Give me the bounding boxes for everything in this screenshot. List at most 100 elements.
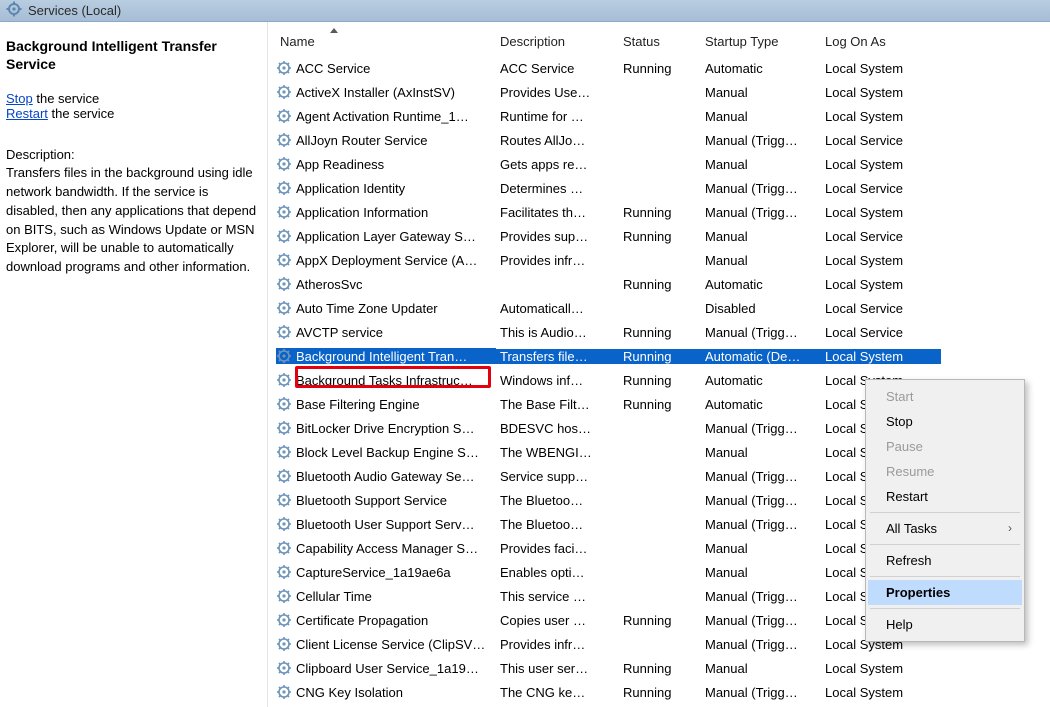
gear-icon <box>276 420 292 436</box>
ctx-restart[interactable]: Restart <box>868 484 1022 509</box>
gear-icon <box>276 492 292 508</box>
cell-name: ActiveX Installer (AxInstSV) <box>276 84 496 100</box>
col-startup[interactable]: Startup Type <box>701 26 821 53</box>
cell-description: Provides faci… <box>496 541 619 556</box>
cell-startup: Manual <box>701 565 821 580</box>
service-name-text: Capability Access Manager S… <box>296 541 478 556</box>
cell-name: App Readiness <box>276 156 496 172</box>
stop-service-link[interactable]: Stop <box>6 91 33 106</box>
service-row[interactable]: CNG Key IsolationThe CNG ke…RunningManua… <box>276 680 1050 704</box>
gear-icon <box>276 588 292 604</box>
cell-name: CNG Key Isolation <box>276 684 496 700</box>
service-name-text: App Readiness <box>296 157 384 172</box>
gear-icon <box>276 540 292 556</box>
cell-startup: Automatic <box>701 397 821 412</box>
ctx-refresh[interactable]: Refresh <box>868 548 1022 573</box>
service-row[interactable]: Clipboard User Service_1a19…This user se… <box>276 656 1050 680</box>
column-headers: Name Description Status Startup Type Log… <box>268 22 1050 56</box>
gear-icon <box>276 684 292 700</box>
ctx-resume[interactable]: Resume <box>868 459 1022 484</box>
cell-name: Auto Time Zone Updater <box>276 300 496 316</box>
gear-icon <box>276 660 292 676</box>
ctx-help[interactable]: Help <box>868 612 1022 637</box>
cell-logon: Local System <box>821 661 941 676</box>
service-row[interactable]: Application IdentityDetermines …Manual (… <box>276 176 1050 200</box>
cell-logon: Local System <box>821 157 941 172</box>
ctx-start[interactable]: Start <box>868 384 1022 409</box>
ctx-pause[interactable]: Pause <box>868 434 1022 459</box>
service-name-text: Background Tasks Infrastruc… <box>296 373 473 388</box>
service-name-text: ACC Service <box>296 61 370 76</box>
cell-startup: Disabled <box>701 301 821 316</box>
cell-startup: Manual <box>701 85 821 100</box>
ctx-separator <box>870 544 1020 545</box>
cell-name: Certificate Propagation <box>276 612 496 628</box>
cell-startup: Manual (Trigg… <box>701 589 821 604</box>
cell-name: AllJoyn Router Service <box>276 132 496 148</box>
service-name-text: Block Level Backup Engine S… <box>296 445 479 460</box>
service-name-text: Bluetooth Support Service <box>296 493 447 508</box>
ctx-all-tasks[interactable]: All Tasks <box>868 516 1022 541</box>
service-name-text: Clipboard User Service_1a19… <box>296 661 479 676</box>
service-name-text: AtherosSvc <box>296 277 362 292</box>
gear-icon <box>276 444 292 460</box>
service-row[interactable]: Agent Activation Runtime_1…Runtime for …… <box>276 104 1050 128</box>
service-name-text: AllJoyn Router Service <box>296 133 428 148</box>
cell-startup: Automatic <box>701 61 821 76</box>
service-row[interactable]: ACC ServiceACC ServiceRunningAutomaticLo… <box>276 56 1050 80</box>
cell-description: Determines … <box>496 181 619 196</box>
cell-status: Running <box>619 277 701 292</box>
col-status[interactable]: Status <box>619 26 701 53</box>
service-row[interactable]: AtherosSvc RunningAutomaticLocal System <box>276 272 1050 296</box>
titlebar-label: Services (Local) <box>28 3 121 18</box>
col-logon[interactable]: Log On As <box>821 26 941 53</box>
cell-startup: Manual <box>701 229 821 244</box>
service-name-text: Bluetooth User Support Serv… <box>296 517 474 532</box>
gear-icon <box>276 132 292 148</box>
cell-logon: Local System <box>821 61 941 76</box>
gear-icon <box>276 204 292 220</box>
gear-icon <box>276 372 292 388</box>
service-name-text: ActiveX Installer (AxInstSV) <box>296 85 455 100</box>
service-row[interactable]: Application InformationFacilitates th…Ru… <box>276 200 1050 224</box>
details-pane: Background Intelligent Transfer Service … <box>0 22 268 707</box>
gear-icon <box>276 228 292 244</box>
cell-logon: Local Service <box>821 229 941 244</box>
ctx-stop[interactable]: Stop <box>868 409 1022 434</box>
service-row[interactable]: AVCTP serviceThis is Audio…RunningManual… <box>276 320 1050 344</box>
gear-icon <box>276 108 292 124</box>
cell-description: Provides infr… <box>496 253 619 268</box>
gear-icon <box>276 180 292 196</box>
cell-logon: Local System <box>821 277 941 292</box>
service-row[interactable]: Background Intelligent Tran…Transfers fi… <box>276 344 1050 368</box>
col-description[interactable]: Description <box>496 26 619 53</box>
service-name-text: Application Identity <box>296 181 405 196</box>
cell-status: Running <box>619 349 701 364</box>
gear-icon <box>276 84 292 100</box>
cell-name: Bluetooth User Support Serv… <box>276 516 496 532</box>
cell-description: The Base Filt… <box>496 397 619 412</box>
restart-service-link[interactable]: Restart <box>6 106 48 121</box>
cell-name: Clipboard User Service_1a19… <box>276 660 496 676</box>
service-row[interactable]: AllJoyn Router ServiceRoutes AllJo…Manua… <box>276 128 1050 152</box>
service-name-text: Bluetooth Audio Gateway Se… <box>296 469 475 484</box>
cell-name: Bluetooth Support Service <box>276 492 496 508</box>
gear-icon <box>276 60 292 76</box>
service-row[interactable]: Auto Time Zone UpdaterAutomaticall…Disab… <box>276 296 1050 320</box>
col-name[interactable]: Name <box>276 26 496 53</box>
ctx-properties[interactable]: Properties <box>868 580 1022 605</box>
cell-startup: Manual <box>701 661 821 676</box>
service-row[interactable]: App ReadinessGets apps re…ManualLocal Sy… <box>276 152 1050 176</box>
cell-name: Application Identity <box>276 180 496 196</box>
context-menu: Start Stop Pause Resume Restart All Task… <box>865 379 1025 642</box>
cell-name: Block Level Backup Engine S… <box>276 444 496 460</box>
cell-status: Running <box>619 685 701 700</box>
service-name-text: Base Filtering Engine <box>296 397 420 412</box>
service-row[interactable]: AppX Deployment Service (A…Provides infr… <box>276 248 1050 272</box>
selected-service-title: Background Intelligent Transfer Service <box>6 38 257 73</box>
service-row[interactable]: ActiveX Installer (AxInstSV)Provides Use… <box>276 80 1050 104</box>
cell-name: Agent Activation Runtime_1… <box>276 108 496 124</box>
service-name-text: Background Intelligent Tran… <box>296 349 467 364</box>
service-row[interactable]: Application Layer Gateway S…Provides sup… <box>276 224 1050 248</box>
cell-startup: Automatic <box>701 277 821 292</box>
